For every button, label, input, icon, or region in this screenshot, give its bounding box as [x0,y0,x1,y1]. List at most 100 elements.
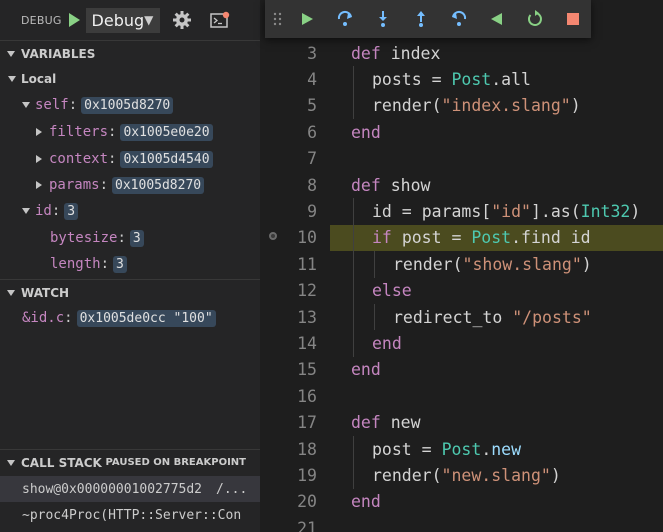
line-number: 4 [307,70,317,90]
variable-name: id [35,203,52,219]
stop-icon [567,13,579,25]
line-number: 11 [297,254,317,274]
debug-console-icon[interactable] [209,11,230,29]
code-editor[interactable]: 3 def index 4 posts = Post.all 5 render(… [260,0,663,532]
code-token: index [390,43,441,63]
watch-expression[interactable]: &id.c: 0x1005de0cc "100" [0,305,260,331]
call-stack-title: CALL STACK [21,455,102,470]
code-token: new [491,439,522,459]
line-number: 3 [307,43,317,63]
code-token: [ [481,202,492,222]
code-token: def [351,175,381,195]
line-number: 13 [297,307,317,327]
chevron-right-icon [36,155,42,163]
variable-params[interactable]: params: 0x1005d8270 [0,172,260,198]
chevron-down-icon: ▼ [144,13,154,27]
code-token: "index.slang" [441,96,571,116]
restart-button[interactable] [523,7,547,31]
line-number: 16 [297,386,317,406]
variable-name: filters [49,124,109,140]
line-number: 14 [297,334,317,354]
variable-name: length [50,256,101,272]
code-token: "id" [491,202,531,222]
code-token: render [393,254,453,274]
line-number: 21 [297,518,317,532]
floating-debug-toolbar [265,0,591,38]
code-token: ( [431,96,442,116]
code-token: params [421,202,482,222]
stack-frame[interactable]: ~proc4Proc(HTTP::Server::Con [0,502,260,528]
code-token: show [390,175,431,195]
drag-handle-icon[interactable] [273,12,283,26]
code-token: render [372,96,432,116]
variable-length[interactable]: length: 3 [0,251,260,277]
code-token: ) [630,202,641,222]
debug-configuration-select[interactable]: Debug ▼ [85,7,160,33]
code-token: end [351,492,381,512]
code-token: .find id [511,228,591,248]
scope-local[interactable]: Local [0,66,260,92]
code-token: = [441,228,472,248]
code-token: Post [471,228,512,248]
stack-frame-file: /... [216,481,248,497]
restart-icon [527,10,542,26]
variable-context[interactable]: context: 0x1005d4540 [0,146,260,172]
line-number: 20 [297,492,317,512]
code-token: post [372,439,412,459]
chevron-down-icon [7,50,15,57]
code-token: if [372,228,392,248]
line-number: 19 [297,466,317,486]
variable-id[interactable]: id: 3 [0,198,260,224]
watch-title: WATCH [21,285,70,300]
gear-icon[interactable] [172,10,192,30]
code-token: new [390,413,421,433]
variable-value: 0x1005d8270 [81,96,174,114]
code-token: ) [550,466,561,486]
line-number: 7 [307,149,317,169]
variable-name: params [49,177,100,193]
call-stack-section-header[interactable]: CALL STACK PAUSED ON BREAKPOINT [0,449,260,475]
reverse-continue-button[interactable] [485,7,509,31]
code-token: else [372,281,412,301]
code-token: posts [372,70,422,90]
variable-filters[interactable]: filters: 0x1005e0e20 [0,119,260,145]
step-out-icon [417,11,425,27]
step-over-icon [337,10,352,26]
code-token: . [481,439,492,459]
line-number: 12 [297,281,317,301]
continue-button[interactable] [295,7,319,31]
code-token: def [351,43,381,63]
code-token: end [351,122,381,142]
step-over-button[interactable] [333,7,357,31]
variable-self[interactable]: self: 0x1005d8270 [0,92,260,118]
line-number: 17 [297,413,317,433]
stop-button[interactable] [561,7,585,31]
code-line: 4 posts = Post.all [260,66,663,93]
line-number: 9 [307,202,317,222]
code-token: ( [452,254,463,274]
chevron-right-icon [36,181,42,189]
code-token: Post [441,439,482,459]
code-line: 16 [260,383,663,409]
watch-expression-value: 0x1005de0cc "100" [76,309,216,327]
code-token: id [372,202,392,222]
pause-status: PAUSED ON BREAKPOINT [105,457,246,468]
variable-bytesize[interactable]: bytesize: 3 [0,225,260,251]
step-into-button[interactable] [371,7,395,31]
code-token: = [411,439,442,459]
code-line: 7 [260,146,663,172]
code-token: end [351,360,381,380]
variable-value: 3 [113,255,127,273]
variables-section-header[interactable]: VARIABLES [0,40,260,66]
step-back-button[interactable] [447,7,471,31]
debug-view-title: DEBUG [21,13,62,27]
watch-section-header[interactable]: WATCH [0,279,260,305]
step-out-button[interactable] [409,7,433,31]
stack-frame[interactable]: show@0x00000001002775d2 /... [0,476,260,502]
code-line: 8 def show [260,172,663,198]
code-token: = [421,70,452,90]
start-debugging-icon[interactable] [68,13,80,27]
code-token: .all [491,70,531,90]
variable-value: 3 [64,202,79,220]
line-number: 10 [297,228,317,248]
